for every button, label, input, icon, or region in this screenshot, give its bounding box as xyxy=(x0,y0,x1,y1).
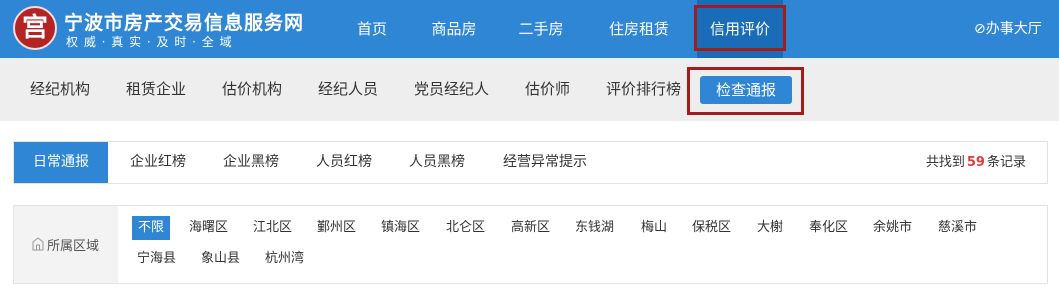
result-prefix: 共找到 xyxy=(925,155,965,170)
nav-item-new-homes[interactable]: 商品房 xyxy=(421,0,487,58)
subnav-item-appraisers[interactable]: 估价师 xyxy=(525,58,570,121)
district-icon xyxy=(32,237,44,251)
sub-nav: 经纪机构 租赁企业 估价机构 经纪人员 党员经纪人 估价师 评价排行榜 检查通报 xyxy=(0,58,1059,121)
subnav-item-party-member-brokers[interactable]: 党员经纪人 xyxy=(414,58,489,121)
highlight-box-nav xyxy=(694,5,786,51)
logo-glyph: 宫 xyxy=(21,13,48,43)
subnav-item-rental-companies[interactable]: 租赁企业 xyxy=(126,58,186,121)
tab-company-black-list[interactable]: 企业黑榜 xyxy=(223,142,279,183)
area-option-cixi[interactable]: 慈溪市 xyxy=(938,216,977,240)
filter-label: 所属区域 xyxy=(47,239,100,254)
tab-personnel-black-list[interactable]: 人员黑榜 xyxy=(409,142,465,183)
report-tabs: 日常通报 企业红榜 企业黑榜 人员红榜 人员黑榜 经营异常提示 共找到 59 条记录 xyxy=(13,141,1048,184)
area-option-haishu[interactable]: 海曙区 xyxy=(189,216,228,240)
area-option-hangzhou-bay[interactable]: 杭州湾 xyxy=(265,247,304,271)
tab-abnormal-operation-notice[interactable]: 经营异常提示 xyxy=(503,142,587,183)
area-option-daxie[interactable]: 大榭 xyxy=(757,216,783,240)
nav-item-resale-homes[interactable]: 二手房 xyxy=(508,0,574,58)
subnav-item-brokerage-agencies[interactable]: 经纪机构 xyxy=(30,58,90,121)
area-option-gaoxin[interactable]: 高新区 xyxy=(511,216,550,240)
highlight-box-subnav xyxy=(687,67,804,115)
area-option-meishan[interactable]: 梅山 xyxy=(641,216,667,240)
area-option-dongqianhu[interactable]: 东钱湖 xyxy=(575,216,614,240)
area-option-zhenhai[interactable]: 镇海区 xyxy=(381,216,420,240)
office-hall-link[interactable]: ⊘办事大厅 xyxy=(974,0,1042,58)
area-option-yinzhou[interactable]: 鄞州区 xyxy=(317,216,356,240)
area-option-ninghai[interactable]: 宁海县 xyxy=(137,247,176,271)
site-title: 宁波市房产交易信息服务网 xyxy=(64,12,305,34)
subnav-item-brokers[interactable]: 经纪人员 xyxy=(318,58,378,121)
area-filter: 所属区域 不限 海曙区 江北区 鄞州区 镇海区 北仑区 高新区 东钱湖 梅山 保… xyxy=(13,205,1048,284)
result-number: 59 xyxy=(966,155,985,170)
site-slogan: 权 威 · 真 实 · 及 时 · 全 域 xyxy=(66,35,233,49)
area-option-bonded-zone[interactable]: 保税区 xyxy=(692,216,731,240)
tab-daily-reports[interactable]: 日常通报 xyxy=(14,142,108,183)
tab-company-red-list[interactable]: 企业红榜 xyxy=(130,142,186,183)
area-option-beilun[interactable]: 北仑区 xyxy=(446,216,485,240)
top-header: 宫 宁波市房产交易信息服务网 权 威 · 真 实 · 及 时 · 全 域 首页 … xyxy=(0,0,1059,58)
area-option-xiangshan[interactable]: 象山县 xyxy=(201,247,240,271)
result-suffix: 条记录 xyxy=(986,155,1026,170)
subnav-item-appraisal-agencies[interactable]: 估价机构 xyxy=(222,58,282,121)
area-option-all[interactable]: 不限 xyxy=(132,216,171,240)
area-option-fenghua[interactable]: 奉化区 xyxy=(809,216,848,240)
subnav-item-rankings[interactable]: 评价排行榜 xyxy=(606,58,681,121)
area-option-jiangbei[interactable]: 江北区 xyxy=(253,216,292,240)
tab-personnel-red-list[interactable]: 人员红榜 xyxy=(316,142,372,183)
area-option-yuyao[interactable]: 余姚市 xyxy=(873,216,912,240)
result-count: 共找到 59 条记录 xyxy=(926,142,1026,183)
filter-label-column: 所属区域 xyxy=(14,206,118,283)
nav-item-rental[interactable]: 住房租赁 xyxy=(597,0,681,58)
site-logo[interactable]: 宫 xyxy=(13,6,57,50)
nav-item-home[interactable]: 首页 xyxy=(341,0,403,58)
